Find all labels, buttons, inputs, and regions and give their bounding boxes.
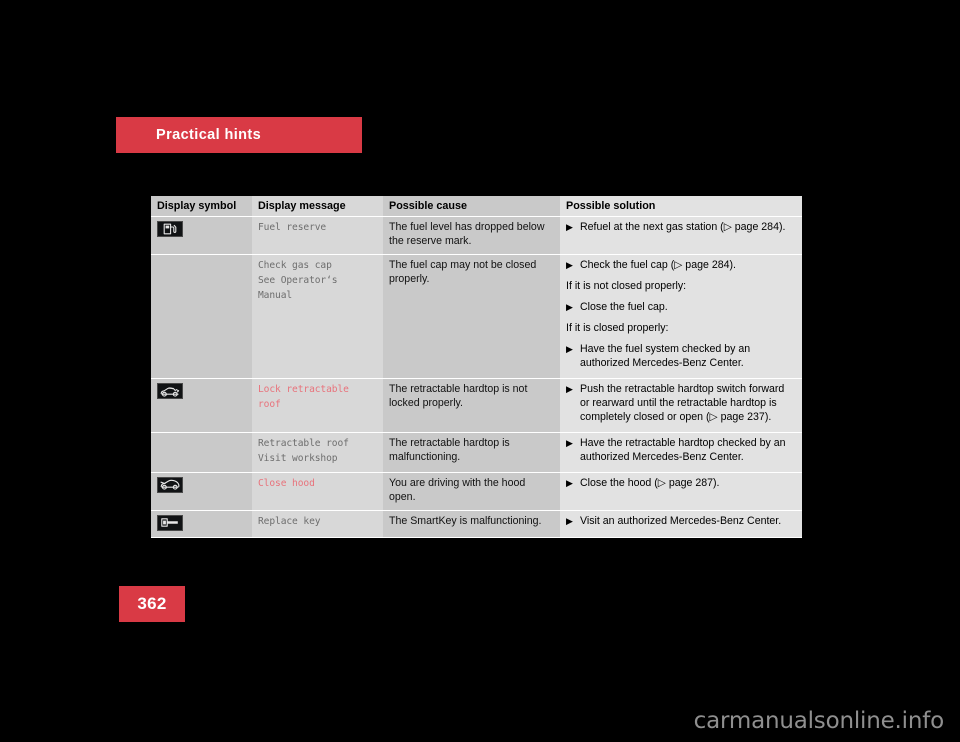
solution-note: If it is closed properly: bbox=[566, 322, 669, 335]
solution-text: Close the fuel cap. bbox=[580, 301, 668, 314]
solution-note: If it is not closed properly: bbox=[566, 280, 687, 293]
cell-possible-cause: The fuel cap may not be closed properly. bbox=[383, 254, 560, 379]
solution-bullet: ▶ Visit an authorized Mercedes-Benz Cente… bbox=[566, 515, 796, 529]
solution-bullet: ▶ Close the fuel cap. bbox=[566, 301, 796, 315]
solution-text: Check the fuel cap (▷ page 284). bbox=[580, 259, 736, 272]
possible-cause-text: You are driving with the hood open. bbox=[389, 476, 526, 503]
solution-text: Refuel at the next gas station (▷ page 2… bbox=[580, 221, 786, 234]
solution-bullet: ▶ Refuel at the next gas station (▷ page … bbox=[566, 221, 796, 235]
solution-text: Have the retractable hardtop checked by … bbox=[580, 436, 786, 463]
display-message-text: Close hood bbox=[258, 477, 315, 489]
possible-cause-text: The SmartKey is malfunctioning. bbox=[389, 514, 542, 527]
cell-display-message: Replace key bbox=[252, 510, 383, 539]
possible-cause-text: The fuel cap may not be closed properly. bbox=[389, 259, 537, 286]
solution-text: Close the hood (▷ page 287). bbox=[580, 476, 720, 489]
table-row: Close hood You are driving with the hood … bbox=[151, 472, 802, 511]
triangle-right-icon: ▶ bbox=[566, 344, 573, 355]
table-row: Lock retractable roof The retractable har… bbox=[151, 378, 802, 433]
cell-display-symbol bbox=[151, 472, 252, 511]
triangle-right-icon: ▶ bbox=[566, 384, 573, 394]
display-message-text: Replace key bbox=[258, 515, 321, 527]
table-row: Fuel reserve The fuel level has dropped b… bbox=[151, 216, 802, 256]
cell-display-message: Fuel reserve bbox=[252, 216, 383, 256]
cell-possible-solution: ▶ Have the retractable hardtop checked by… bbox=[560, 432, 802, 473]
column-header-display-message: Display message bbox=[252, 196, 383, 218]
cell-display-symbol bbox=[151, 432, 252, 473]
cell-possible-cause: The retractable hardtop is malfunctionin… bbox=[383, 432, 560, 473]
cell-display-symbol bbox=[151, 510, 252, 539]
cell-possible-cause: The SmartKey is malfunctioning. bbox=[383, 510, 560, 539]
triangle-right-icon: ▶ bbox=[566, 302, 573, 313]
possible-cause-text: The retractable hardtop is malfunctionin… bbox=[389, 436, 510, 463]
cell-possible-cause: The retractable hardtop is not locked pr… bbox=[383, 378, 560, 433]
section-title: Practical hints bbox=[156, 127, 262, 143]
display-message-text: Check gas cap See Operator‘s Manual bbox=[258, 260, 338, 301]
triangle-right-icon: ▶ bbox=[566, 260, 573, 271]
table-header-row: Display symbol Display message Possible … bbox=[151, 196, 802, 218]
hood-open-icon bbox=[157, 476, 183, 493]
table-body: Fuel reserve The fuel level has dropped b… bbox=[151, 216, 802, 539]
section-tab: Practical hints bbox=[116, 117, 362, 153]
cell-display-message: Lock retractable roof bbox=[252, 378, 383, 433]
display-message-text: Fuel reserve bbox=[258, 222, 327, 234]
triangle-right-icon: ▶ bbox=[566, 222, 573, 233]
possible-cause-text: The retractable hardtop is not locked pr… bbox=[389, 383, 528, 409]
table-row: Replace key The SmartKey is malfunctionin… bbox=[151, 510, 802, 539]
solution-bullet: ▶ Have the fuel system checked by an auth… bbox=[566, 343, 796, 371]
cell-possible-solution: ▶ Visit an authorized Mercedes-Benz Cente… bbox=[560, 510, 802, 539]
smartkey-icon bbox=[157, 514, 183, 531]
display-message-text: Retractable roof Visit workshop bbox=[258, 437, 349, 464]
page-number: 362 bbox=[137, 594, 167, 613]
cell-possible-solution: ▶ Close the hood (▷ page 287). bbox=[560, 472, 802, 511]
possible-cause-text: The fuel level has dropped below the res… bbox=[389, 221, 545, 248]
triangle-right-icon: ▶ bbox=[566, 437, 573, 448]
display-messages-table: Display symbol Display message Possible … bbox=[151, 196, 802, 539]
page-number-badge: 362 bbox=[119, 586, 185, 622]
fuel-pump-icon bbox=[157, 221, 183, 238]
cell-possible-solution: ▶ Push the retractable hardtop switch for… bbox=[560, 378, 802, 433]
cell-display-symbol bbox=[151, 378, 252, 433]
cell-possible-cause: The fuel level has dropped below the res… bbox=[383, 216, 560, 256]
triangle-right-icon: ▶ bbox=[566, 515, 573, 526]
solution-bullet: ▶ Have the retractable hardtop checked by… bbox=[566, 437, 796, 465]
triangle-right-icon: ▶ bbox=[566, 477, 573, 488]
column-header-possible-cause: Possible cause bbox=[383, 196, 560, 218]
cell-display-symbol bbox=[151, 254, 252, 379]
cell-display-symbol bbox=[151, 216, 252, 256]
solution-text: Visit an authorized Mercedes-Benz Center… bbox=[580, 514, 782, 527]
cell-possible-solution: ▶ Refuel at the next gas station (▷ page … bbox=[560, 216, 802, 256]
table-row: Retractable roof Visit workshop The retra… bbox=[151, 432, 802, 473]
cell-display-message: Retractable roof Visit workshop bbox=[252, 432, 383, 473]
solution-bullet: ▶ Check the fuel cap (▷ page 284). bbox=[566, 259, 796, 273]
solution-text: Have the fuel system checked by an autho… bbox=[580, 343, 751, 370]
convertible-roof-icon bbox=[157, 383, 183, 399]
cell-display-message: Check gas cap See Operator‘s Manual bbox=[252, 254, 383, 379]
solution-bullet: ▶ Close the hood (▷ page 287). bbox=[566, 477, 796, 491]
cell-possible-cause: You are driving with the hood open. bbox=[383, 472, 560, 511]
table-row: Check gas cap See Operator‘s Manual The f… bbox=[151, 254, 802, 379]
solution-text: Push the retractable hardtop switch forw… bbox=[580, 383, 785, 423]
column-header-display-symbol: Display symbol bbox=[151, 196, 252, 218]
cell-display-message: Close hood bbox=[252, 472, 383, 511]
display-message-text: Lock retractable roof bbox=[258, 384, 349, 410]
column-header-possible-solution: Possible solution bbox=[560, 196, 802, 218]
watermark: carmanualsonline.info bbox=[693, 708, 945, 734]
solution-bullet: ▶ Push the retractable hardtop switch for… bbox=[566, 383, 796, 425]
cell-possible-solution: ▶ Check the fuel cap (▷ page 284). If it i… bbox=[560, 254, 802, 379]
